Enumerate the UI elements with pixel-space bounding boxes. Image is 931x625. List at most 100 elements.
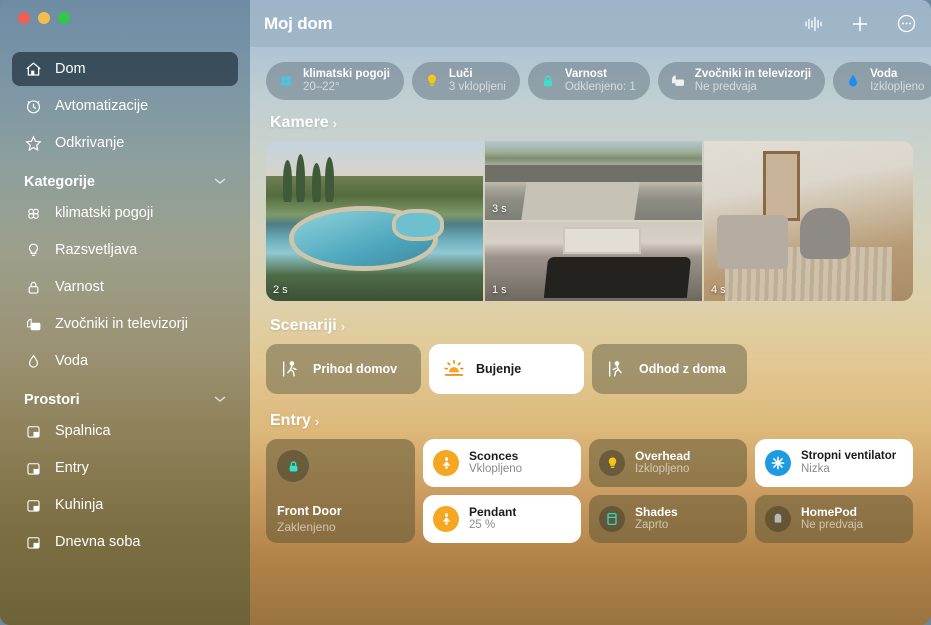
accessory-state: Zaprto [635,519,669,532]
section-header-scenariji[interactable]: Scenariji › [270,317,913,335]
accessory-name: Shades [635,505,678,519]
clock-icon [24,97,43,116]
scene-label: Prihod domov [313,362,398,376]
accessory-tile-overhead[interactable]: Overhead Izklopljeno [589,439,747,487]
accessory-state: Izklopljeno [635,463,690,476]
plus-icon[interactable] [849,13,871,35]
home-icon [24,60,43,79]
sidebar-item-entry[interactable]: Entry [12,451,238,485]
accessory-name: Front Door [277,504,342,518]
sidebar-item-label: klimatski pogoji [55,205,154,221]
pill-name: Luči [448,68,473,81]
section-title-text: Kamere [270,114,329,131]
section-header-kamere[interactable]: Kamere › [270,114,913,132]
zoom-button[interactable] [58,12,70,24]
entry-tiles: Front Door Zaklenjeno Sconces Vklopljeno [266,439,913,543]
minimize-button[interactable] [38,12,50,24]
sidebar-item-avtomatizacije[interactable]: Avtomatizacije [12,89,238,123]
shades-icon [599,506,625,532]
walk-out-icon [606,358,628,380]
camera-tile-bedroom[interactable]: 1 s [485,222,702,301]
scene-list: Prihod domov Bujenje Odhod z doma [266,344,913,394]
chevron-down-icon[interactable] [214,394,226,406]
sidebar-item-dom[interactable]: Dom [12,52,238,86]
sidebar-item-voda[interactable]: Voda [12,344,238,378]
camera-tile-pool[interactable]: 2 s [266,141,483,301]
sidebar-item-zvocniki-in-televizorji[interactable]: Zvočniki in televizorji [12,307,238,341]
scene-odhod-z-doma[interactable]: Odhod z doma [592,344,747,394]
camera-column: 3 s 1 s [485,141,702,301]
star-icon [24,134,43,153]
water-drop-icon [24,352,43,371]
accessory-name: Overhead [635,449,691,463]
chevron-right-icon[interactable]: › [341,319,345,334]
accessory-state: Nizka [801,462,830,475]
toolbar-actions [803,13,917,35]
sidebar-item-label: Spalnica [55,423,111,439]
sidebar-section-prostori[interactable]: Prostori [12,392,238,408]
status-pill-lights[interactable]: Luči 3 vklopljeni [411,62,520,100]
fan-icon [277,72,295,90]
sidebar-item-odkrivanje[interactable]: Odkrivanje [12,126,238,160]
room-icon [24,496,43,515]
sidebar-item-razsvetljava[interactable]: Razsvetljava [12,233,238,267]
chevron-right-icon[interactable]: › [315,414,319,429]
accessory-tile-sconces[interactable]: Sconces Vklopljeno [423,439,581,487]
status-pill-speakers-tvs[interactable]: Zvočniki in televizorji Ne predvaja [657,62,826,100]
sconce-light-icon [433,450,459,476]
close-button[interactable] [18,12,30,24]
lock-icon [277,450,309,482]
camera-grid: 2 s 3 s 1 s 4 s [266,141,913,301]
fan-icon [24,204,43,223]
scene-prihod-domov[interactable]: Prihod domov [266,344,421,394]
status-pill-water[interactable]: Voda Izklopljeno [833,62,931,100]
sidebar-item-spalnica[interactable]: Spalnica [12,414,238,448]
lock-icon [24,278,43,297]
sidebar-item-label: Kuhinja [55,497,104,513]
entry-tile-column-1: Sconces Vklopljeno Pendant 25 % [423,439,581,543]
status-pill-climate[interactable]: klimatski pogoji 20–22° [266,62,404,100]
accessory-tile-homepod[interactable]: HomePod Ne predvaja [755,495,913,543]
room-icon [24,422,43,441]
chevron-right-icon[interactable]: › [333,116,337,131]
accessory-state: Zaklenjeno [277,520,336,534]
audio-waveform-icon[interactable] [803,13,825,35]
status-pill-security[interactable]: Varnost Odklenjeno: 1 [527,62,650,100]
scene-label: Bujenje [476,362,522,376]
accessory-tile-shades[interactable]: Shades Zaprto [589,495,747,543]
lock-icon [539,72,557,90]
walk-in-icon [280,358,302,380]
accessory-name: Sconces [469,449,519,463]
sidebar-item-kuhinja[interactable]: Kuhinja [12,488,238,522]
pill-value: 3 vklopljeni [448,81,506,93]
sidebar-item-label: Dom [55,61,86,77]
accessory-tile-stropni-ventilator[interactable]: Stropni ventilator Nizka [755,439,913,487]
pill-value: Izklopljeno [870,81,925,93]
sidebar-item-dnevna-soba[interactable]: Dnevna soba [12,525,238,559]
camera-tile-driveway[interactable]: 3 s [485,141,702,220]
sidebar-item-label: Voda [55,353,89,369]
accessory-tile-pendant[interactable]: Pendant 25 % [423,495,581,543]
section-header-entry[interactable]: Entry › [270,412,913,430]
camera-tile-living-room[interactable]: 4 s [704,141,913,301]
sidebar-item-klimatski-pogoji[interactable]: klimatski pogoji [12,196,238,230]
sidebar-section-kategorije[interactable]: Kategorije [12,174,238,190]
speaker-tv-icon [669,72,687,90]
accessory-state: Ne predvaja [801,519,864,532]
chevron-down-icon[interactable] [214,176,226,188]
section-label: Prostori [24,392,80,408]
sidebar-primary-nav: Dom Avtomatizacije Odkrivanje [12,52,238,160]
scene-bujenje[interactable]: Bujenje [429,344,584,394]
section-title-text: Scenariji [270,317,337,334]
sidebar-item-label: Entry [55,460,89,476]
accessory-tile-front-door[interactable]: Front Door Zaklenjeno [266,439,415,543]
more-options-icon[interactable] [895,13,917,35]
fan-icon [765,450,791,476]
sidebar-item-varnost[interactable]: Varnost [12,270,238,304]
sidebar-item-label: Varnost [55,279,104,295]
camera-timestamp: 1 s [492,284,507,296]
scene-label: Odhod z doma [639,362,726,376]
section-title-text: Entry [270,412,311,429]
bulb-icon [423,72,441,90]
sidebar-item-label: Odkrivanje [55,135,125,151]
